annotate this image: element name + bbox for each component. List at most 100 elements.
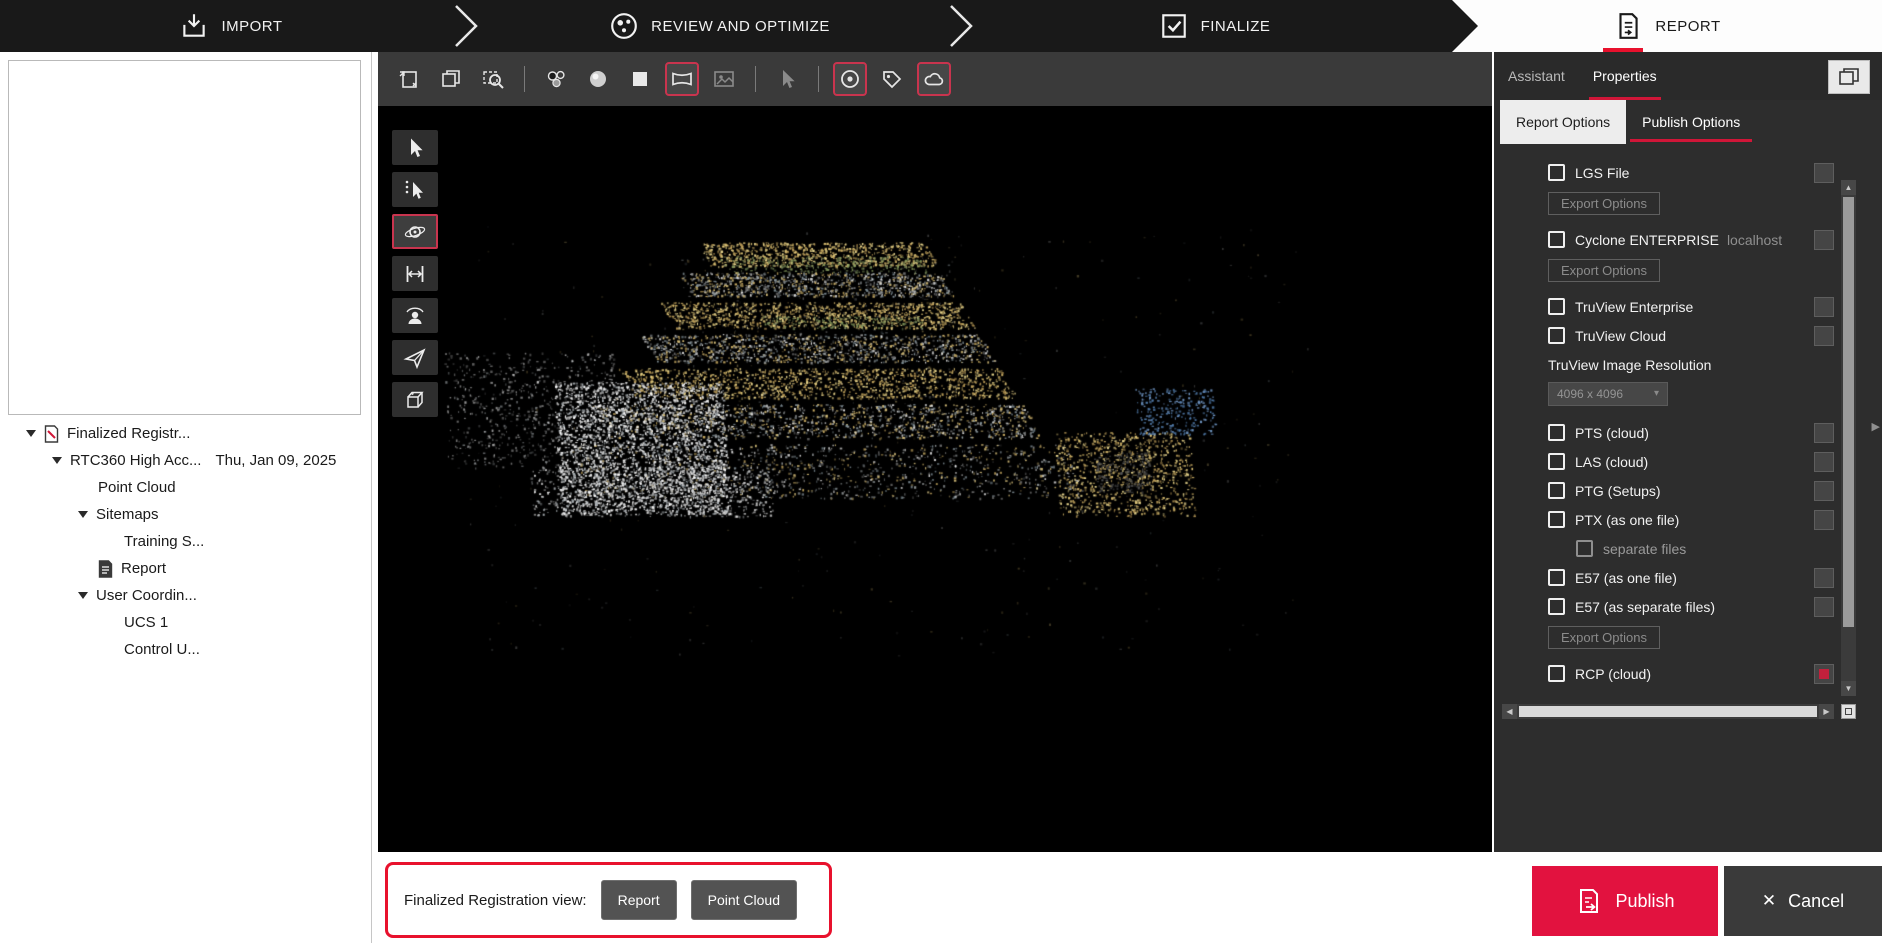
stage-review-and-optimize[interactable]: REVIEW AND OPTIMIZE <box>482 0 957 52</box>
options-horizontal-scrollbar[interactable]: ◀ ▶ <box>1502 704 1834 719</box>
tab-assistant[interactable]: Assistant <box>1494 52 1579 100</box>
stage-finalize[interactable]: FINALIZE <box>977 0 1452 52</box>
e57-separate-checkbox[interactable] <box>1548 598 1565 615</box>
orbit-tool-button[interactable] <box>392 214 438 249</box>
lgs-file-label: LGS File <box>1575 165 1629 181</box>
pts-settings-button[interactable] <box>1814 423 1834 443</box>
tree-item-training-s[interactable]: Training S... <box>0 528 367 555</box>
caret-down-icon[interactable] <box>52 457 62 464</box>
e57-one-file-checkbox[interactable] <box>1548 569 1565 586</box>
view-cube-tool-button[interactable] <box>392 382 438 417</box>
image-view-button[interactable] <box>707 62 741 96</box>
tab-properties-label: Properties <box>1593 68 1657 84</box>
pts-checkbox[interactable] <box>1548 424 1565 441</box>
cancel-x-icon: ✕ <box>1762 891 1776 911</box>
ptx-checkbox[interactable] <box>1548 511 1565 528</box>
select-tool-button[interactable] <box>392 130 438 165</box>
pick-mode-button[interactable] <box>770 62 804 96</box>
layout-switcher-button[interactable] <box>1828 60 1870 94</box>
subtab-report-options[interactable]: Report Options <box>1500 100 1626 144</box>
export-options-button[interactable]: Export Options <box>1548 626 1660 649</box>
show-point-clouds-button[interactable] <box>917 62 951 96</box>
rcp-checkbox[interactable] <box>1548 665 1565 682</box>
ptg-checkbox[interactable] <box>1548 482 1565 499</box>
tree-item-sitemaps[interactable]: Sitemaps <box>0 501 367 528</box>
show-setups-button[interactable] <box>833 62 867 96</box>
ptg-settings-button[interactable] <box>1814 481 1834 501</box>
rcp-settings-button[interactable] <box>1814 664 1834 684</box>
scroll-left-arrow[interactable]: ◀ <box>1502 704 1517 719</box>
tree-item-finalized-registration[interactable]: Finalized Registr... <box>0 420 367 447</box>
caret-down-icon[interactable] <box>78 592 88 599</box>
panel-expand-arrow[interactable]: ▶ <box>1872 420 1880 433</box>
export-options-button[interactable]: Export Options <box>1548 259 1660 282</box>
ptg-row: PTG (Setups) <box>1548 476 1834 505</box>
tree-item-point-cloud[interactable]: Point Cloud <box>0 474 367 501</box>
application-window: IMPORT REVIEW AND OPTIMIZE FINALIZE <box>0 0 1882 943</box>
separate-files-checkbox[interactable] <box>1576 540 1593 557</box>
tree-item-ucs1[interactable]: UCS 1 <box>0 609 367 636</box>
caret-down-icon[interactable] <box>26 430 36 437</box>
e57-separate-files-row: E57 (as separate files) <box>1548 592 1834 621</box>
tree-item-label: RTC360 High Acc... <box>70 452 201 469</box>
3d-viewport[interactable] <box>378 106 1492 852</box>
setup-view-tool-button[interactable] <box>392 298 438 333</box>
scroll-right-arrow[interactable]: ▶ <box>1819 704 1834 719</box>
publish-button[interactable]: Publish <box>1532 866 1718 936</box>
subtab-publish-options[interactable]: Publish Options <box>1626 100 1756 144</box>
export-options-button[interactable]: Export Options <box>1548 192 1660 215</box>
tree-item-user-coordinates[interactable]: User Coordin... <box>0 582 367 609</box>
stage-import[interactable]: IMPORT <box>0 0 462 52</box>
stage-report[interactable]: REPORT <box>1452 0 1882 52</box>
zoom-to-region-button[interactable] <box>476 62 510 96</box>
caret-down-icon[interactable] <box>78 511 88 518</box>
fly-tool-button[interactable] <box>392 340 438 375</box>
tree-item-label: Report <box>121 560 166 577</box>
lgs-file-checkbox[interactable] <box>1548 164 1565 181</box>
rcp-row: RCP (cloud) <box>1548 659 1834 688</box>
flat-mode-button[interactable] <box>623 62 657 96</box>
cyclone-enterprise-checkbox[interactable] <box>1548 231 1565 248</box>
copy-sitemap-button[interactable] <box>392 62 426 96</box>
point-cloud-view-button[interactable]: Point Cloud <box>691 880 797 920</box>
report-icon <box>1613 11 1643 41</box>
ptx-settings-button[interactable] <box>1814 510 1834 530</box>
truview-resolution-dropdown[interactable]: 4096 x 4096 ▾ <box>1548 382 1668 406</box>
show-labels-button[interactable] <box>875 62 909 96</box>
measure-tool-button[interactable] <box>392 256 438 291</box>
las-checkbox[interactable] <box>1548 453 1565 470</box>
report-view-button[interactable]: Report <box>601 880 677 920</box>
e57-one-file-settings-button[interactable] <box>1814 568 1834 588</box>
tree-item-control-u[interactable]: Control U... <box>0 636 367 663</box>
tree-item-label: Training S... <box>124 533 204 550</box>
lgs-file-row: LGS File <box>1548 158 1834 187</box>
point-color-mode-button[interactable] <box>539 62 573 96</box>
shaded-mode-button[interactable] <box>581 62 615 96</box>
tab-properties[interactable]: Properties <box>1579 52 1671 100</box>
multi-select-tool-button[interactable] <box>392 172 438 207</box>
vertical-scroll-thumb[interactable] <box>1843 197 1854 627</box>
las-settings-button[interactable] <box>1814 452 1834 472</box>
truview-cloud-checkbox[interactable] <box>1548 327 1565 344</box>
truview-enterprise-checkbox[interactable] <box>1548 298 1565 315</box>
cascade-windows-button[interactable] <box>434 62 468 96</box>
e57-separate-settings-button[interactable] <box>1814 597 1834 617</box>
stage-separator-icon <box>947 0 977 52</box>
truview-cloud-row: TruView Cloud <box>1548 321 1834 350</box>
las-label: LAS (cloud) <box>1575 454 1648 470</box>
truview-cloud-settings-button[interactable] <box>1814 326 1834 346</box>
tree-item-rtc360[interactable]: RTC360 High Acc... Thu, Jan 09, 2025 <box>0 447 367 474</box>
tree-item-report[interactable]: Report <box>0 555 367 582</box>
cyclone-export-options-row: Export Options <box>1548 254 1834 286</box>
truview-enterprise-settings-button[interactable] <box>1814 297 1834 317</box>
cyclone-enterprise-settings-button[interactable] <box>1814 230 1834 250</box>
scrollbar-corner-button[interactable] <box>1841 704 1856 719</box>
lgs-file-settings-button[interactable] <box>1814 163 1834 183</box>
panorama-view-button[interactable] <box>665 62 699 96</box>
horizontal-scroll-thumb[interactable] <box>1519 706 1817 717</box>
tree-item-label: User Coordin... <box>96 587 197 604</box>
cancel-button[interactable]: ✕ Cancel <box>1724 866 1882 936</box>
scroll-down-arrow[interactable]: ▼ <box>1841 681 1856 696</box>
scroll-up-arrow[interactable]: ▲ <box>1841 180 1856 195</box>
options-vertical-scrollbar[interactable]: ▲ ▼ <box>1841 180 1856 696</box>
